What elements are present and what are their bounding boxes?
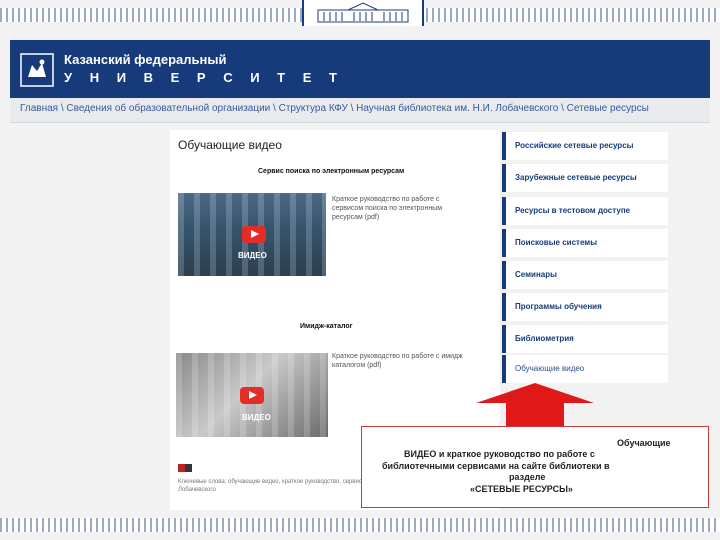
- sidebar-item-label: Программы обучения: [515, 302, 602, 311]
- sidebar-item-label: Ресурсы в тестовом доступе: [515, 206, 631, 215]
- sidebar-item-training-videos[interactable]: Обучающие видео: [502, 355, 668, 383]
- video-thumbnail-catalog[interactable]: ВИДЕО: [176, 353, 328, 437]
- university-logo-icon[interactable]: [20, 53, 54, 87]
- breadcrumb: Главная \ Сведения об образовательной ор…: [10, 98, 710, 123]
- sidebar-item-label: Библиометрия: [515, 334, 574, 343]
- search-guide-pdf-link[interactable]: Краткое руководство по работе с сервисом…: [332, 195, 472, 222]
- pdf-icon: [178, 464, 192, 472]
- sidebar-item-training-programs[interactable]: Программы обучения: [502, 293, 668, 321]
- sidebar-item-bibliometrics[interactable]: Библиометрия: [502, 325, 668, 353]
- callout-box: Обучающие ВИДЕО и краткое руководство по…: [361, 426, 709, 508]
- play-icon[interactable]: [242, 226, 266, 243]
- sidebar-item-seminars[interactable]: Семинары: [502, 261, 668, 289]
- bottom-ornament-border: [0, 518, 720, 532]
- sidebar-item-russian-resources[interactable]: Российские сетевые ресурсы: [502, 132, 668, 160]
- callout-line-1: Обучающие: [617, 438, 671, 448]
- building-emblem: [302, 0, 424, 26]
- sidebar-item-trial-access[interactable]: Ресурсы в тестовом доступе: [502, 197, 668, 225]
- video-caption: ВИДЕО: [238, 251, 267, 260]
- sidebar-item-label: Зарубежные сетевые ресурсы: [515, 173, 637, 182]
- play-icon[interactable]: [240, 387, 264, 404]
- sidebar-item-foreign-resources[interactable]: Зарубежные сетевые ресурсы: [502, 164, 668, 192]
- sidebar-item-label: Российские сетевые ресурсы: [515, 141, 634, 150]
- keywords-text: Ключевые слова: обучающие видео, краткое…: [178, 479, 364, 493]
- catalog-guide-pdf-link[interactable]: Краткое руководство по работе с имидж ка…: [332, 352, 472, 370]
- university-name: Казанский федеральный: [64, 52, 227, 67]
- callout-line-4: разделе: [509, 472, 546, 482]
- breadcrumb-path[interactable]: Главная \ Сведения об образовательной ор…: [20, 103, 649, 114]
- callout-line-3: библиотечными сервисами на сайте библиот…: [382, 461, 610, 471]
- callout-line-2: ВИДЕО и краткое руководство по работе с: [404, 449, 595, 459]
- sidebar-item-label: Поисковые системы: [515, 238, 598, 247]
- university-word: У Н И В Е Р С И Т Е Т: [64, 70, 344, 85]
- page-title: Обучающие видео: [178, 138, 282, 152]
- section-title-image-catalog: Имидж-каталог: [300, 323, 353, 330]
- section-title-search-service: Сервис поиска по электронным ресурсам: [258, 168, 405, 175]
- callout-line-5: «СЕТЕВЫЕ РЕСУРСЫ»: [470, 484, 573, 494]
- video-caption: ВИДЕО: [242, 413, 271, 422]
- sidebar-item-label: Обучающие видео: [515, 364, 585, 373]
- sidebar-item-search-systems[interactable]: Поисковые системы: [502, 229, 668, 257]
- site-header: Казанский федеральный У Н И В Е Р С И Т …: [10, 40, 710, 98]
- video-thumbnail-search[interactable]: ВИДЕО: [178, 193, 326, 276]
- sidebar-item-label: Семинары: [515, 270, 557, 279]
- red-arrow-up-icon: [476, 383, 594, 429]
